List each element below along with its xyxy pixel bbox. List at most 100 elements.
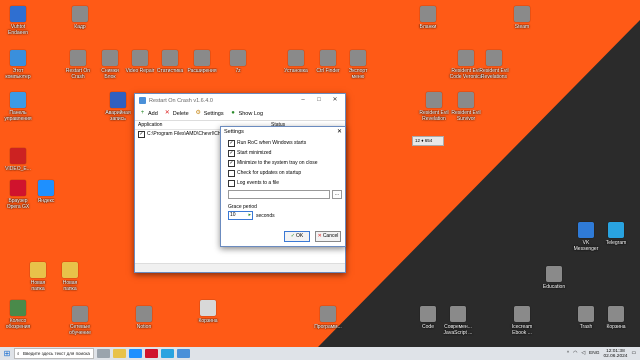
language-indicator[interactable]: ENG: [589, 351, 599, 356]
desktop-icon[interactable]: Новая папка: [46, 262, 94, 292]
ok-button[interactable]: ✓ OK: [284, 231, 310, 242]
desktop-icon-label: Бланки: [419, 24, 437, 30]
option-checkbox[interactable]: ✓: [228, 149, 235, 157]
windows-start-icon[interactable]: ⊞: [0, 349, 14, 358]
desktop-icon[interactable]: Resident Evil Survivor: [442, 92, 490, 122]
desktop-icon[interactable]: Steam: [498, 6, 546, 30]
app-icon: [288, 50, 304, 66]
grace-label: Grace period: [228, 204, 257, 210]
settings-option[interactable]: ✓ Minimize to the system tray on close: [221, 158, 345, 168]
grace-period-input[interactable]: 10 ▸: [228, 211, 253, 220]
desktop-icon[interactable]: Сетевые обучение: [56, 306, 104, 336]
window-titlebar[interactable]: Restart On Crash v1.6.4.0 – □ ✕: [135, 94, 345, 107]
settings-option[interactable]: ✓ Start minimized: [221, 148, 345, 158]
desktop-icon[interactable]: Кадр: [56, 6, 104, 30]
network-icon[interactable]: ◠: [573, 351, 577, 356]
option-checkbox[interactable]: ✓: [228, 139, 235, 147]
option-label: Minimize to the system tray on close: [237, 160, 318, 166]
folder-icon: [62, 262, 78, 278]
clock[interactable]: 12:01:38 02.06.2024: [603, 349, 627, 359]
add-button[interactable]: + Add: [139, 110, 158, 117]
grace-period: Grace period 10 ▸ seconds: [228, 204, 345, 220]
desktop-icon[interactable]: 7z: [214, 50, 262, 74]
taskview-icon[interactable]: [97, 349, 110, 358]
desktop-icon[interactable]: Resident Evil Revelations: [470, 50, 518, 80]
spinner-icon[interactable]: ▸: [248, 212, 251, 219]
desktop-icon-label: Корзина: [606, 324, 626, 330]
window-statusbar: [135, 263, 345, 272]
option-checkbox[interactable]: [228, 179, 235, 187]
desktop-icon[interactable]: Колесо обозрения: [0, 300, 42, 330]
desktop-icon[interactable]: Education: [530, 266, 578, 290]
desktop-icon[interactable]: Панель управления: [0, 92, 42, 122]
column-application[interactable]: Application: [138, 122, 162, 128]
desktop-icon[interactable]: Этот компьютер: [0, 50, 42, 80]
taskbar: ⊞ ⌕ Введите здесь текст для поиска ^ ◠ ◁…: [0, 347, 640, 360]
game-icon: [486, 50, 502, 66]
delete-button[interactable]: ✕ Delete: [164, 110, 189, 117]
settings-label: Settings: [203, 110, 224, 117]
desktop-icon[interactable]: Корзина: [592, 306, 640, 330]
telegram-icon[interactable]: [161, 349, 174, 358]
desktop-icon[interactable]: Vuhtot Endaeen: [0, 6, 42, 36]
game-icon: [426, 92, 442, 108]
close-button[interactable]: ✕: [327, 94, 343, 107]
show-log-button[interactable]: ● Show Log: [230, 110, 263, 117]
search-placeholder: Введите здесь текст для поиска: [23, 351, 90, 356]
app-icon: [194, 50, 210, 66]
steam-icon: [514, 6, 530, 22]
explorer-icon[interactable]: [113, 349, 126, 358]
tray-chevron-icon[interactable]: ^: [567, 351, 569, 356]
browser-icon[interactable]: [129, 349, 142, 358]
add-icon: +: [140, 110, 145, 116]
desktop-icon[interactable]: Корзина: [184, 300, 232, 324]
settings-dialog[interactable]: Settings ✕ ✓ Run RoC when Windows starts ✓…: [220, 126, 346, 247]
option-checkbox[interactable]: [228, 169, 235, 177]
settings-option[interactable]: Check for updates on startup: [221, 168, 345, 178]
show-log-label: Show Log: [238, 110, 264, 117]
cancel-button[interactable]: ✕ Cancel: [315, 231, 341, 242]
dialog-titlebar[interactable]: Settings ✕: [221, 127, 345, 138]
gear-icon: ⚙: [195, 110, 201, 116]
close-icon[interactable]: ✕: [337, 127, 342, 138]
computer-icon: [10, 50, 26, 66]
app-icon: [10, 6, 26, 22]
row-checkbox[interactable]: ✓: [138, 131, 145, 138]
app-icon: [110, 92, 126, 108]
log-path-input[interactable]: [228, 190, 330, 199]
maximize-button[interactable]: □: [311, 94, 327, 107]
minimize-button[interactable]: –: [295, 94, 311, 107]
desktop-icon-label: Современ... JavaScript ...: [443, 324, 473, 336]
option-checkbox[interactable]: ✓: [228, 159, 235, 167]
desktop-icon-label: Icecream Ebook ...: [511, 324, 533, 336]
browse-button[interactable]: ...: [332, 190, 342, 199]
notification-icon[interactable]: ▭: [631, 351, 636, 356]
volume-icon[interactable]: ◁: [581, 351, 585, 356]
app-icon: [162, 50, 178, 66]
desktop-icon[interactable]: Яндекс: [22, 180, 70, 204]
desktop-icon[interactable]: VIDEO_E...: [0, 148, 42, 172]
log-icon: ●: [231, 110, 235, 116]
desktop-icon-label: Программ...: [314, 324, 342, 330]
desktop-icon[interactable]: Экспорт меню: [334, 50, 382, 80]
taskbar-search-input[interactable]: ⌕ Введите здесь текст для поиска: [14, 348, 94, 359]
option-label: Check for updates on startup: [237, 170, 302, 176]
desktop-icon-label: Новая папка: [62, 280, 78, 292]
desktop-icon-label: Этот компьютер: [5, 68, 31, 80]
desktop-icon-label: Vuhtot Endaeen: [7, 24, 29, 36]
desktop-icon[interactable]: Бланки: [404, 6, 452, 30]
settings-button[interactable]: ⚙ Settings: [195, 110, 224, 117]
desktop-icon[interactable]: Telegram: [592, 222, 640, 246]
cancel-label: Cancel: [322, 233, 339, 239]
desktop-icon[interactable]: Программ...: [304, 306, 352, 330]
desktop-icon[interactable]: Современ... JavaScript ...: [434, 306, 482, 336]
desktop-icon[interactable]: Notion: [120, 306, 168, 330]
desktop-icon[interactable]: Icecream Ebook ...: [498, 306, 546, 336]
opera-icon[interactable]: [145, 349, 158, 358]
desktop-icon-label: Resident Evil Survivor: [451, 110, 481, 122]
desktop-icon-label: Яндекс: [37, 198, 55, 204]
settings-option[interactable]: Log events to a file: [221, 178, 345, 188]
desktop-icon-label: Telegram: [605, 240, 627, 246]
restart-on-crash-taskbar-icon[interactable]: [177, 349, 190, 358]
settings-option[interactable]: ✓ Run RoC when Windows starts: [221, 138, 345, 148]
